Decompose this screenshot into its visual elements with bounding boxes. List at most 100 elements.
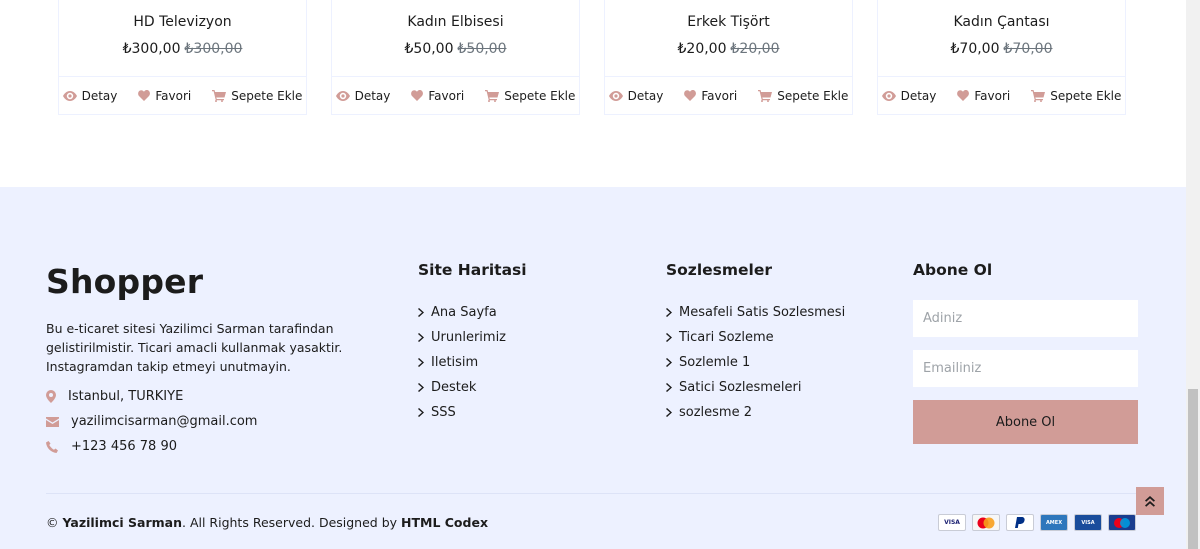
sitemap-link[interactable]: Destek bbox=[418, 375, 506, 400]
subscribe-name-input[interactable] bbox=[913, 300, 1138, 337]
copyright-text: . All Rights Reserved. Designed by bbox=[182, 515, 402, 530]
detail-label: Detay bbox=[627, 88, 664, 103]
page-scrollbar[interactable] bbox=[1186, 0, 1200, 549]
mastercard-icon bbox=[972, 514, 1000, 531]
envelope-icon bbox=[46, 416, 68, 427]
cart-icon bbox=[485, 89, 500, 102]
add-to-cart-button[interactable]: Sepete Ekle bbox=[485, 89, 575, 103]
contract-link[interactable]: Sozlemle 1 bbox=[666, 350, 845, 375]
footer-divider bbox=[46, 493, 1138, 494]
sitemap-link-label: Destek bbox=[431, 380, 477, 395]
detail-button[interactable]: Detay bbox=[335, 89, 390, 103]
contract-link[interactable]: Mesafeli Satis Sozlesmesi bbox=[666, 300, 845, 325]
subscribe-email-input[interactable] bbox=[913, 350, 1138, 387]
chevron-right-icon bbox=[418, 308, 431, 317]
contact-email-text[interactable]: yazilimcisarman@gmail.com bbox=[71, 414, 257, 429]
product-grid-bottom: HD Televizyon ₺300,00 ₺300,00 Detay Favor… bbox=[0, 0, 1186, 187]
favorite-button[interactable]: Favori bbox=[957, 89, 1010, 103]
contract-link[interactable]: Satici Sozlesmeleri bbox=[666, 375, 845, 400]
product-price: ₺70,00 bbox=[950, 41, 1000, 57]
product-price: ₺300,00 bbox=[122, 41, 181, 57]
back-to-top-button[interactable] bbox=[1136, 487, 1164, 515]
subscribe-title: Abone Ol bbox=[913, 261, 993, 279]
product-price: ₺20,00 bbox=[677, 41, 727, 57]
product-actions: Detay Favori Sepete Ekle bbox=[605, 76, 852, 114]
favorite-button[interactable]: Favori bbox=[138, 89, 191, 103]
copyright-owner-link[interactable]: Yazilimci Sarman bbox=[62, 515, 182, 530]
contracts-links: Mesafeli Satis Sozlesmesi Ticari Sozleme… bbox=[666, 300, 845, 425]
contracts-title: Sozlesmeler bbox=[666, 261, 773, 279]
product-prices: ₺300,00 ₺300,00 bbox=[59, 41, 306, 57]
sitemap-link-label: Urunlerimiz bbox=[431, 330, 507, 345]
product-card: Erkek Tişört ₺20,00 ₺20,00 Detay Favori S… bbox=[604, 0, 853, 115]
chevron-right-icon bbox=[418, 408, 431, 417]
contact-phone: +123 456 78 90 bbox=[46, 439, 386, 454]
favorite-button[interactable]: Favori bbox=[684, 89, 737, 103]
sitemap-link-label: Ana Sayfa bbox=[431, 305, 497, 320]
visa-electron-label: VISA bbox=[1081, 519, 1095, 526]
paypal-icon bbox=[1006, 514, 1034, 531]
chevron-right-icon bbox=[666, 408, 679, 417]
add-to-cart-label: Sepete Ekle bbox=[1050, 88, 1122, 103]
contract-link[interactable]: Ticari Sozleme bbox=[666, 325, 845, 350]
contract-link[interactable]: sozlesme 2 bbox=[666, 400, 845, 425]
product-prices: ₺70,00 ₺70,00 bbox=[878, 41, 1125, 57]
favorite-label: Favori bbox=[701, 88, 738, 103]
contact-email: yazilimcisarman@gmail.com bbox=[46, 414, 386, 429]
product-actions: Detay Favori Sepete Ekle bbox=[59, 76, 306, 114]
chevron-right-icon bbox=[666, 308, 679, 317]
product-prices: ₺20,00 ₺20,00 bbox=[605, 41, 852, 57]
product-card: Kadın Çantası ₺70,00 ₺70,00 Detay Favori … bbox=[877, 0, 1126, 115]
subscribe-button[interactable]: Abone Ol bbox=[913, 400, 1138, 444]
product-name[interactable]: Kadın Elbisesi bbox=[332, 14, 579, 30]
detail-button[interactable]: Detay bbox=[62, 89, 117, 103]
detail-button[interactable]: Detay bbox=[881, 88, 937, 103]
add-to-cart-button[interactable]: Sepete Ekle bbox=[212, 89, 302, 103]
designer-link[interactable]: HTML Codex bbox=[401, 515, 488, 530]
scrollbar-thumb[interactable] bbox=[1188, 389, 1198, 549]
footer-brand[interactable]: Shopper bbox=[46, 262, 203, 301]
payment-methods: VISA AMEX VISA bbox=[938, 514, 1136, 531]
detail-label: Detay bbox=[900, 88, 937, 103]
maestro-icon bbox=[1108, 514, 1136, 531]
copyright-symbol: © bbox=[46, 515, 63, 530]
sitemap-link[interactable]: Ana Sayfa bbox=[418, 300, 506, 325]
product-name[interactable]: Erkek Tişört bbox=[605, 14, 852, 30]
favorite-label: Favori bbox=[974, 88, 1011, 103]
contact-phone-text[interactable]: +123 456 78 90 bbox=[71, 439, 177, 454]
contract-link-label: sozlesme 2 bbox=[679, 405, 752, 420]
chevron-right-icon bbox=[418, 383, 431, 392]
amex-icon: AMEX bbox=[1040, 514, 1068, 531]
product-price: ₺50,00 bbox=[404, 41, 454, 57]
site-footer: Shopper Bu e-ticaret sitesi Yazilimci Sa… bbox=[0, 187, 1186, 549]
heart-icon bbox=[684, 90, 697, 101]
cart-icon bbox=[212, 89, 227, 102]
contract-link-label: Satici Sozlesmeleri bbox=[679, 380, 802, 395]
detail-button[interactable]: Detay bbox=[608, 88, 664, 103]
product-name[interactable]: HD Televizyon bbox=[59, 14, 306, 30]
visa-electron-icon: VISA bbox=[1074, 514, 1102, 531]
contact-address-text: Istanbul, TURKIYE bbox=[68, 389, 184, 404]
add-to-cart-label: Sepete Ekle bbox=[231, 88, 303, 103]
chevron-right-icon bbox=[666, 383, 679, 392]
add-to-cart-button[interactable]: Sepete Ekle bbox=[758, 89, 848, 103]
product-actions: Detay Favori Sepete Ekle bbox=[878, 76, 1125, 114]
favorite-label: Favori bbox=[155, 88, 192, 103]
add-to-cart-button[interactable]: Sepete Ekle bbox=[1031, 89, 1121, 103]
product-old-price: ₺50,00 bbox=[457, 41, 507, 57]
visa-label: VISA bbox=[944, 519, 960, 526]
favorite-button[interactable]: Favori bbox=[411, 89, 464, 103]
sitemap-link[interactable]: Iletisim bbox=[418, 350, 506, 375]
product-old-price: ₺70,00 bbox=[1003, 41, 1053, 57]
eye-icon bbox=[608, 90, 623, 101]
visa-icon: VISA bbox=[938, 514, 966, 531]
product-name[interactable]: Kadın Çantası bbox=[878, 14, 1125, 30]
add-to-cart-label: Sepete Ekle bbox=[504, 88, 576, 103]
product-old-price: ₺20,00 bbox=[730, 41, 780, 57]
cart-icon bbox=[1031, 89, 1046, 102]
chevron-right-icon bbox=[418, 333, 431, 342]
sitemap-link[interactable]: Urunlerimiz bbox=[418, 325, 506, 350]
heart-icon bbox=[957, 90, 970, 101]
sitemap-link[interactable]: SSS bbox=[418, 400, 506, 425]
product-card: Kadın Elbisesi ₺50,00 ₺50,00 Detay Favori… bbox=[331, 0, 580, 115]
